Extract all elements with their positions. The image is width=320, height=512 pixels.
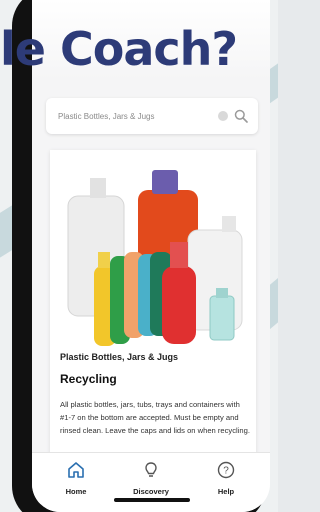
lightbulb-icon [145,462,157,477]
item-category: Plastic Bottles, Jars & Jugs [60,352,179,362]
tab-home[interactable]: Home [46,461,106,496]
search-input[interactable]: Plastic Bottles, Jars & Jugs [58,112,218,121]
tab-help[interactable]: ? Help [196,461,256,496]
question-icon: ? [217,461,235,479]
promo-headline: le Coach? [0,22,238,76]
tab-discovery[interactable]: Discovery [121,461,181,496]
item-card: Plastic Bottles, Jars & Jugs Recycling A… [50,150,256,480]
home-icon [68,462,84,478]
item-title: Recycling [60,372,117,386]
item-description: All plastic bottles, jars, tubs, trays a… [60,400,250,435]
search-bar[interactable]: Plastic Bottles, Jars & Jugs [46,98,258,134]
app-promo-screenshot: Plastic Bottles, Jars & Jugs Plastic Bot… [0,0,278,512]
clear-icon[interactable] [218,111,228,121]
bottom-tab-bar: Home Discovery ? Help [32,452,270,512]
plastic-containers-image [67,170,243,346]
svg-text:?: ? [223,466,229,477]
search-icon[interactable] [234,109,248,123]
tab-help-label: Help [217,487,235,496]
phone-screen: Plastic Bottles, Jars & Jugs Plastic Bot… [32,0,270,512]
home-indicator[interactable] [114,498,190,502]
tab-home-label: Home [65,487,87,496]
tab-discovery-label: Discovery [133,487,169,496]
